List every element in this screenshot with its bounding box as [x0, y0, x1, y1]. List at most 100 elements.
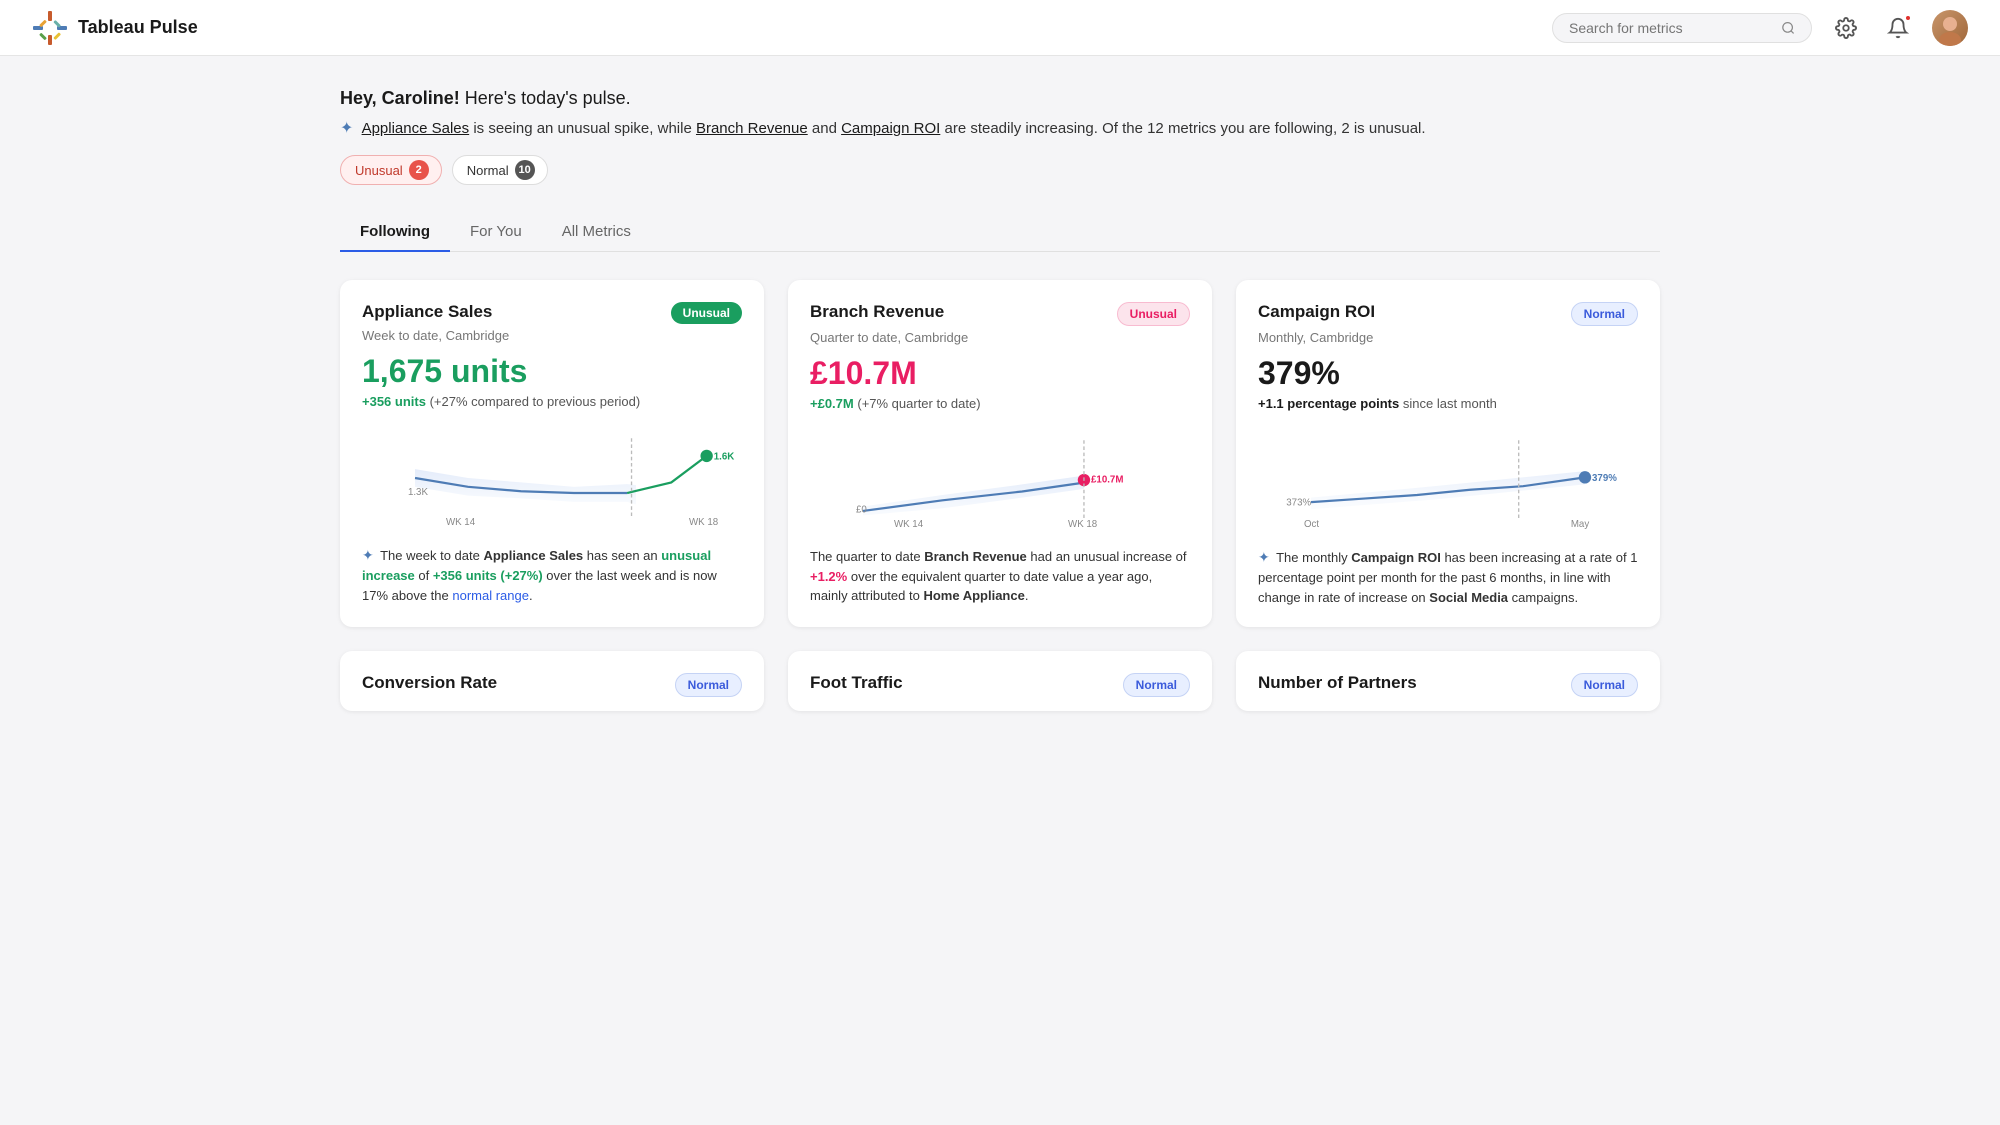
tab-following[interactable]: Following — [340, 213, 450, 252]
conversion-rate-badge: Normal — [675, 673, 742, 697]
campaign-change-text: since last month — [1403, 396, 1497, 411]
campaign-chart: Oct May 373% 379% — [1258, 425, 1638, 535]
branch-chart-svg: WK 14 WK 18 £0 £10.7M — [810, 425, 1190, 535]
branch-revenue-title: Branch Revenue — [810, 302, 944, 322]
foot-traffic-title: Foot Traffic — [810, 673, 903, 693]
campaign-roi-card: Campaign ROI Normal Monthly, Cambridge 3… — [1236, 280, 1660, 627]
svg-text:379%: 379% — [1592, 473, 1617, 484]
campaign-roi-title: Campaign ROI — [1258, 302, 1375, 322]
card-header-appliance: Appliance Sales Unusual — [362, 302, 742, 324]
svg-text:WK 18: WK 18 — [689, 517, 718, 528]
settings-button[interactable] — [1828, 10, 1864, 46]
header: Tableau Pulse — [0, 0, 2000, 56]
branch-change-highlight: +£0.7M — [810, 396, 854, 411]
number-of-partners-card: Number of Partners Normal — [1236, 651, 1660, 711]
branch-badge: Unusual — [1117, 302, 1190, 326]
unusual-count: 2 — [409, 160, 429, 180]
greeting-section: Hey, Caroline! Here's today's pulse. ✦ A… — [340, 88, 1660, 185]
appliance-change-text: (+27% compared to previous period) — [430, 394, 641, 409]
number-of-partners-header: Number of Partners Normal — [1258, 673, 1638, 697]
avatar-image — [1932, 10, 1968, 46]
branch-subtitle: Quarter to date, Cambridge — [810, 330, 1190, 345]
notifications-button[interactable] — [1880, 10, 1916, 46]
branch-revenue-card: Branch Revenue Unusual Quarter to date, … — [788, 280, 1212, 627]
foot-traffic-badge: Normal — [1123, 673, 1190, 697]
logo-area: Tableau Pulse — [32, 10, 198, 46]
desc-and: and — [812, 120, 841, 137]
branch-value: £10.7M — [810, 355, 1190, 392]
appliance-sales-card: Appliance Sales Unusual Week to date, Ca… — [340, 280, 764, 627]
tab-all-metrics[interactable]: All Metrics — [542, 213, 651, 252]
appliance-value: 1,675 units — [362, 353, 742, 390]
normal-filter-pill[interactable]: Normal 10 — [452, 155, 548, 185]
greeting-description: ✦ Appliance Sales is seeing an unusual s… — [340, 117, 1660, 141]
campaign-change: +1.1 percentage points since last month — [1258, 396, 1638, 411]
card-header-branch: Branch Revenue Unusual — [810, 302, 1190, 326]
svg-text:£0: £0 — [856, 505, 867, 516]
tab-for-you[interactable]: For You — [450, 213, 542, 252]
normal-label: Normal — [467, 163, 509, 178]
gear-icon — [1835, 17, 1857, 39]
search-icon — [1781, 20, 1795, 36]
filter-pills: Unusual 2 Normal 10 — [340, 155, 1660, 185]
tabs-nav: Following For You All Metrics — [340, 213, 1660, 252]
ai-icon-campaign: ✦ — [1258, 549, 1270, 565]
campaign-subtitle: Monthly, Cambridge — [1258, 330, 1638, 345]
svg-text:WK 14: WK 14 — [446, 517, 476, 528]
unusual-filter-pill[interactable]: Unusual 2 — [340, 155, 442, 185]
main-content: Hey, Caroline! Here's today's pulse. ✦ A… — [300, 56, 1700, 743]
svg-text:£10.7M: £10.7M — [1091, 475, 1123, 486]
app-title: Tableau Pulse — [78, 17, 198, 38]
appliance-desc: ✦ The week to date Appliance Sales has s… — [362, 545, 742, 605]
svg-text:1.3K: 1.3K — [408, 487, 429, 498]
number-of-partners-title: Number of Partners — [1258, 673, 1417, 693]
svg-text:373%: 373% — [1286, 498, 1311, 509]
appliance-sales-title: Appliance Sales — [362, 302, 492, 322]
svg-text:May: May — [1571, 519, 1590, 530]
conversion-rate-header: Conversion Rate Normal — [362, 673, 742, 697]
branch-revenue-link[interactable]: Branch Revenue — [696, 120, 808, 137]
appliance-badge: Unusual — [671, 302, 742, 324]
greeting-text: Here's today's pulse. — [465, 88, 631, 108]
branch-desc: The quarter to date Branch Revenue had a… — [810, 547, 1190, 606]
desc-part1: is seeing an unusual spike, while — [473, 120, 696, 137]
bottom-cards-row: Conversion Rate Normal Foot Traffic Norm… — [340, 651, 1660, 711]
search-box[interactable] — [1552, 13, 1812, 43]
normal-count: 10 — [515, 160, 535, 180]
appliance-chart: WK 14 WK 18 1.3K 1.6K — [362, 423, 742, 533]
campaign-change-highlight: +1.1 percentage points — [1258, 396, 1399, 411]
foot-traffic-card: Foot Traffic Normal — [788, 651, 1212, 711]
svg-text:Oct: Oct — [1304, 519, 1319, 530]
appliance-chart-svg: WK 14 WK 18 1.3K 1.6K — [362, 423, 742, 533]
desc-part2: are steadily increasing. Of the 12 metri… — [944, 120, 1425, 137]
greeting-name: Hey, Caroline! — [340, 88, 460, 108]
appliance-change: +356 units (+27% compared to previous pe… — [362, 394, 742, 409]
campaign-badge: Normal — [1571, 302, 1638, 326]
conversion-rate-title: Conversion Rate — [362, 673, 497, 693]
ai-icon-appliance: ✦ — [362, 547, 374, 563]
campaign-chart-svg: Oct May 373% 379% — [1258, 425, 1638, 535]
metric-cards-grid: Appliance Sales Unusual Week to date, Ca… — [340, 280, 1660, 627]
tableau-logo-icon-2 — [32, 10, 68, 46]
appliance-sales-link[interactable]: Appliance Sales — [362, 120, 470, 137]
greeting-title: Hey, Caroline! Here's today's pulse. — [340, 88, 1660, 109]
campaign-desc: ✦ The monthly Campaign ROI has been incr… — [1258, 547, 1638, 607]
conversion-rate-card: Conversion Rate Normal — [340, 651, 764, 711]
appliance-subtitle: Week to date, Cambridge — [362, 328, 742, 343]
campaign-value: 379% — [1258, 355, 1638, 392]
search-input[interactable] — [1569, 20, 1773, 36]
foot-traffic-header: Foot Traffic Normal — [810, 673, 1190, 697]
campaign-roi-link[interactable]: Campaign ROI — [841, 120, 940, 137]
number-of-partners-badge: Normal — [1571, 673, 1638, 697]
ai-sparkle-icon: ✦ — [340, 120, 353, 137]
notification-dot — [1904, 14, 1912, 22]
svg-text:WK 18: WK 18 — [1068, 519, 1097, 530]
appliance-change-highlight: +356 units — [362, 394, 426, 409]
card-header-campaign: Campaign ROI Normal — [1258, 302, 1638, 326]
branch-chart: WK 14 WK 18 £0 £10.7M — [810, 425, 1190, 535]
svg-text:WK 14: WK 14 — [894, 519, 924, 530]
avatar[interactable] — [1932, 10, 1968, 46]
branch-change: +£0.7M (+7% quarter to date) — [810, 396, 1190, 411]
branch-change-text: (+7% quarter to date) — [857, 396, 980, 411]
unusual-label: Unusual — [355, 163, 403, 178]
